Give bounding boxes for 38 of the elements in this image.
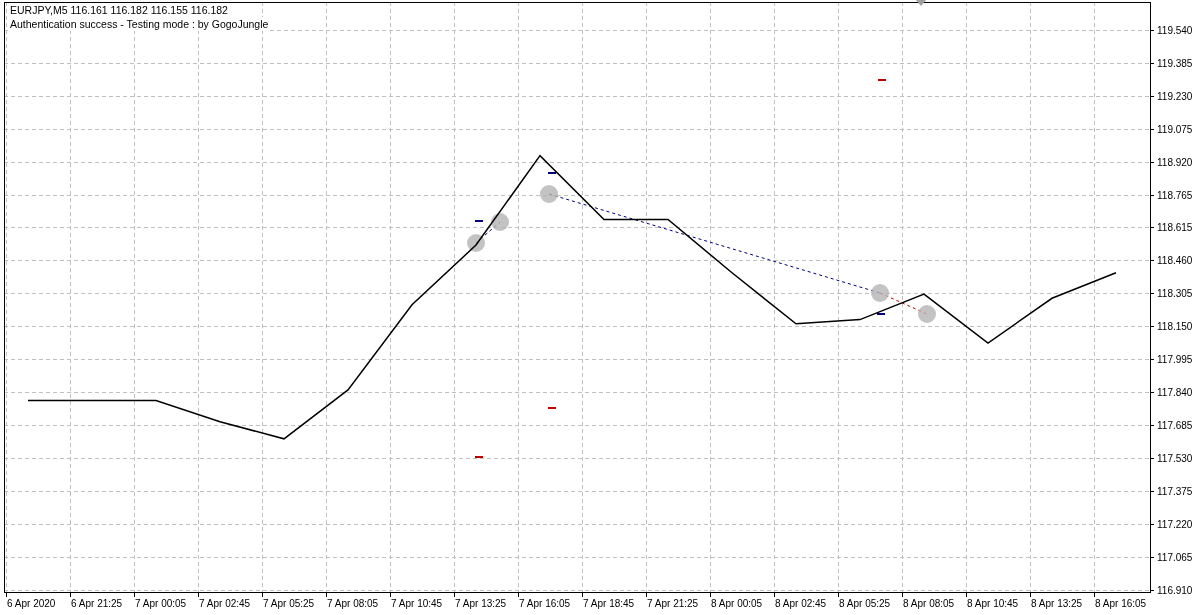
price-axis-label: 116.910 [1157, 585, 1193, 596]
time-axis-label: 8 Apr 10:45 [967, 598, 1019, 609]
time-axis-label: 7 Apr 02:45 [199, 598, 251, 609]
price-axis-label: 117.995 [1157, 353, 1193, 365]
price-axis-label: 118.920 [1157, 157, 1193, 168]
price-axis-label: 117.375 [1157, 486, 1193, 497]
time-axis-label: 8 Apr 08:05 [903, 598, 955, 609]
time-axis-label: 6 Apr 2020 [7, 598, 56, 609]
time-axis-label: 8 Apr 16:05 [1095, 598, 1147, 609]
price-axis-label: 117.220 [1157, 519, 1193, 530]
time-axis-label: 8 Apr 05:25 [839, 598, 891, 609]
price-axis-label: 118.765 [1157, 190, 1193, 201]
time-axis-label: 7 Apr 13:25 [455, 598, 507, 609]
price-axis-label: 119.075 [1157, 124, 1193, 135]
price-axis-label: 118.460 [1157, 254, 1193, 266]
price-axis-label: 119.540 [1157, 25, 1193, 36]
time-axis-label: 7 Apr 05:25 [263, 598, 315, 609]
time-axis-label: 7 Apr 10:45 [391, 598, 443, 609]
price-axis-label: 119.230 [1157, 91, 1193, 102]
status-message: Authentication success - Testing mode : by GogoJungle [10, 17, 269, 31]
time-axis-label: 8 Apr 13:25 [1031, 598, 1083, 609]
price-axis-label: 117.065 [1157, 552, 1193, 563]
time-axis-label: 7 Apr 08:05 [327, 598, 379, 609]
symbol-quote: EURJPY,M5 116.161 116.182 116.155 116.182 [10, 3, 228, 17]
price-axis-label: 117.840 [1157, 387, 1193, 398]
time-axis-label: 8 Apr 02:45 [775, 598, 827, 609]
price-axis-label: 119.385 [1157, 58, 1193, 69]
price-axis-label: 118.150 [1157, 320, 1193, 332]
price-axis-label: 118.615 [1157, 221, 1193, 233]
time-axis-label: 6 Apr 21:25 [71, 598, 123, 609]
time-axis-label: 7 Apr 21:25 [647, 598, 699, 609]
time-axis-label: 7 Apr 00:05 [135, 598, 187, 609]
price-axis-label: 117.685 [1157, 420, 1193, 431]
time-axis-label: 7 Apr 16:05 [519, 598, 571, 609]
price-axis-label: 117.530 [1157, 453, 1193, 464]
time-axis-label: 8 Apr 00:05 [711, 598, 763, 609]
time-axis-label: 7 Apr 18:45 [583, 598, 635, 609]
price-axis-label: 118.305 [1157, 287, 1193, 299]
